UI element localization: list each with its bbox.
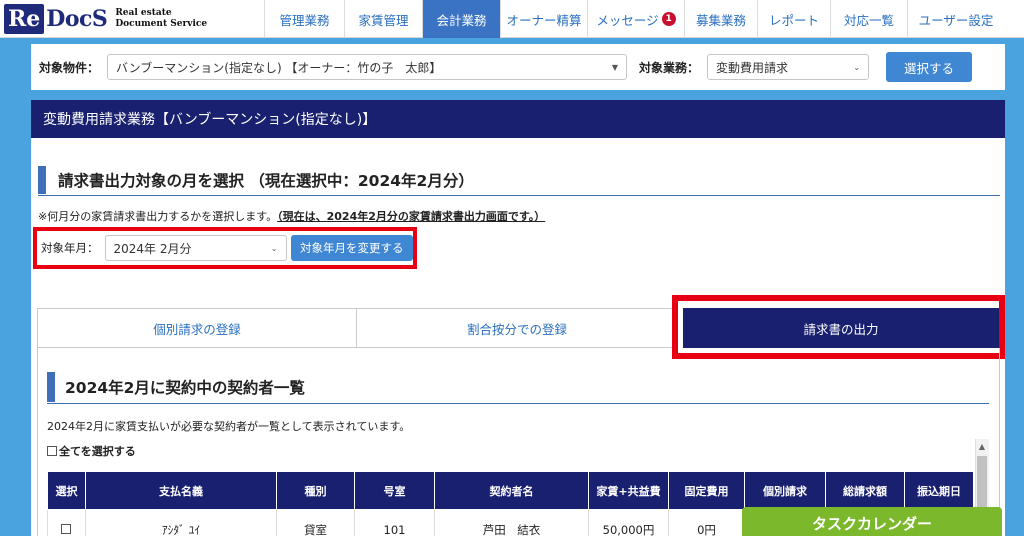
page-title: 変動費用請求業務【バンブーマンション(指定なし)】: [43, 112, 377, 128]
nav-item-recruitment[interactable]: 募集業務: [684, 0, 757, 38]
contractor-list-title: 2024年2月に契約中の契約者一覧: [65, 378, 305, 397]
tab-proportional-billing[interactable]: 割合按分での登録: [356, 308, 678, 348]
col-header-fixed: 固定費用: [668, 471, 745, 510]
col-header-room: 号室: [354, 471, 435, 510]
nav-item-rent[interactable]: 家賃管理: [344, 0, 422, 38]
row-select-cell[interactable]: [47, 509, 86, 536]
contractor-list-heading: 2024年2月に契約中の契約者一覧: [47, 370, 989, 404]
redocs-logo[interactable]: Re DocS Real estate Document Service: [0, 0, 264, 38]
nav-item-reports[interactable]: レポート: [757, 0, 830, 38]
select-button[interactable]: 選択する: [886, 52, 973, 82]
nav-item-response-list[interactable]: 対応一覧: [830, 0, 907, 38]
fixed-cost-cell: 0円: [668, 509, 745, 536]
room-cell: 101: [354, 509, 435, 536]
chevron-down-icon: ⌄: [853, 62, 861, 72]
checkbox-icon: [47, 446, 57, 456]
logo-tagline: Real estate Document Service: [115, 8, 208, 29]
month-label: 対象年月：: [41, 241, 99, 255]
task-select[interactable]: 変動費用請求 ⌄: [707, 54, 870, 80]
col-header-rent: 家賃+共益費: [588, 471, 669, 510]
col-header-type: 種別: [276, 471, 355, 510]
payer-cell: ｱｼﾀﾞ ﾕｲ: [85, 509, 277, 536]
month-note: ※何月分の家賃請求書出力するかを選択します。（現在は、2024年2月分の家賃請求…: [38, 210, 546, 223]
main-content: 変動費用請求業務【バンブーマンション(指定なし)】 請求書出力対象の月を選択 （…: [31, 100, 1005, 536]
page-title-bar: 変動費用請求業務【バンブーマンション(指定なし)】: [31, 100, 1005, 138]
property-select[interactable]: バンブーマンション(指定なし) 【オーナー：竹の子 太郎】 ▼: [107, 54, 628, 80]
heading-accent-bar: [47, 371, 55, 402]
nav-item-owner-settlement[interactable]: オーナー精算: [500, 0, 587, 38]
table-header-row: 選択 支払名義 種別 号室 契約者名 家賃+共益費 固定費用 個別請求 総請求額…: [47, 471, 974, 510]
month-section-heading: 請求書出力対象の月を選択 （現在選択中：2024年2月分）: [38, 164, 1000, 196]
contractor-name-cell: 芦田 結衣: [434, 509, 589, 536]
logo-docs: DocS: [46, 6, 108, 32]
scroll-up-icon[interactable]: ▲: [975, 439, 989, 453]
nav-item-management[interactable]: 管理業務: [264, 0, 344, 38]
nav-item-accounting[interactable]: 会計業務: [422, 0, 500, 38]
property-label: 対象物件：: [39, 60, 100, 75]
chevron-down-icon: ▼: [611, 62, 619, 72]
nav-item-user-settings[interactable]: ユーザー設定: [907, 0, 1004, 38]
heading-accent-bar: [38, 165, 46, 194]
main-nav: 管理業務 家賃管理 会計業務 オーナー精算 メッセージ 1 募集業務 レポート 対…: [264, 0, 1024, 38]
message-count-badge: 1: [661, 12, 676, 26]
logo-re: Re: [4, 4, 45, 34]
select-all-checkbox[interactable]: 全てを選択する: [47, 443, 136, 459]
type-cell: 貸室: [276, 509, 355, 536]
change-month-button[interactable]: 対象年月を変更する: [290, 235, 413, 261]
col-header-payer: 支払名義: [85, 471, 277, 510]
month-select[interactable]: 2024年 2月分 ⌄: [104, 235, 287, 261]
nav-item-messages[interactable]: メッセージ 1: [587, 0, 684, 38]
month-selector-highlight: 対象年月： 2024年 2月分 ⌄ 対象年月を変更する: [33, 227, 417, 269]
rent-cell: 50,000円: [588, 509, 669, 536]
target-selector-bar: 対象物件： バンブーマンション(指定なし) 【オーナー：竹の子 太郎】 ▼ 対象…: [31, 44, 1005, 90]
top-navigation: Re DocS Real estate Document Service 管理業…: [0, 0, 1024, 38]
col-header-select: 選択: [47, 471, 86, 510]
task-calendar-button[interactable]: タスクカレンダー: [742, 507, 1002, 536]
col-header-due: 振込期日: [904, 471, 974, 510]
month-section-title: 請求書出力対象の月を選択 （現在選択中：2024年2月分）: [58, 171, 474, 190]
task-label: 対象業務：: [639, 60, 700, 75]
tab-individual-billing[interactable]: 個別請求の登録: [37, 308, 357, 348]
current-month-note: （現在は、2024年2月分の家賃請求書出力画面です。）: [277, 210, 546, 223]
col-header-total: 総請求額: [825, 471, 905, 510]
checkbox-icon[interactable]: [60, 523, 71, 534]
contractor-list-description: 2024年2月に家賃支払いが必要な契約者が一覧として表示されています。: [47, 420, 411, 433]
chevron-down-icon: ⌄: [270, 243, 278, 253]
col-header-contractor: 契約者名: [434, 471, 589, 510]
col-header-individual: 個別請求: [744, 471, 826, 510]
